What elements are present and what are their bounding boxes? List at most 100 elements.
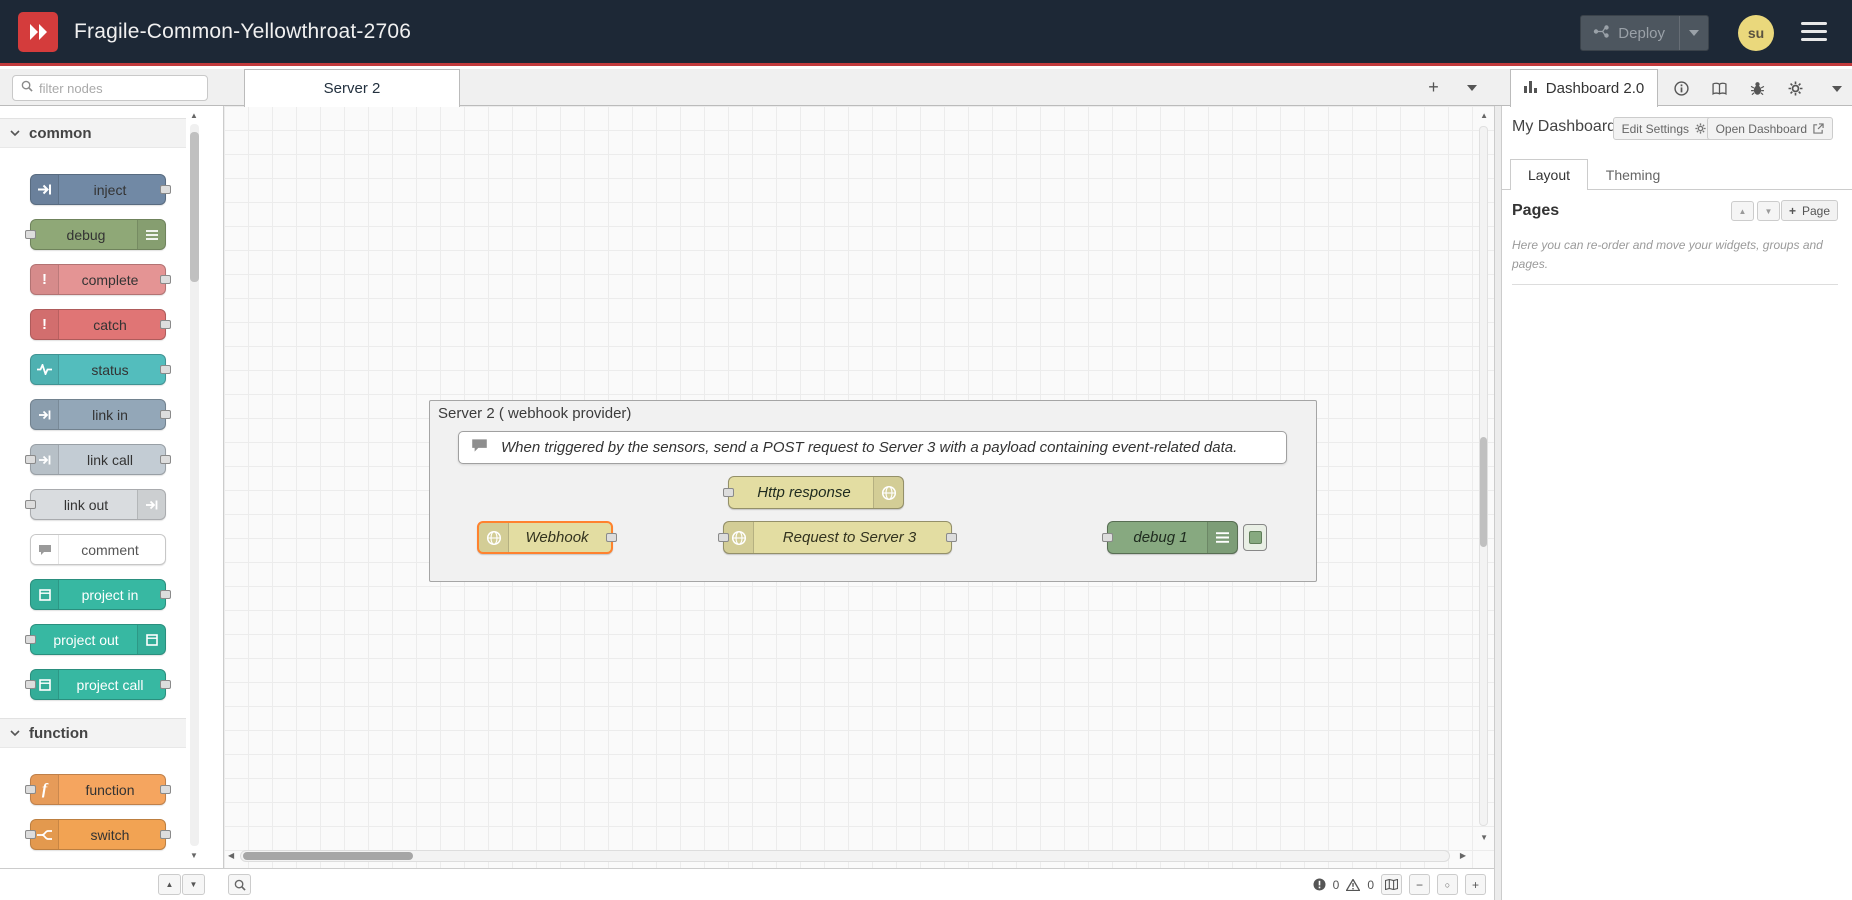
workspace-tab-server2[interactable]: Server 2 bbox=[244, 69, 460, 107]
input-port[interactable] bbox=[25, 500, 36, 509]
input-port[interactable] bbox=[718, 533, 729, 542]
zoom-reset-button[interactable]: ○ bbox=[1437, 874, 1458, 895]
flow-list-caret[interactable] bbox=[1458, 74, 1485, 101]
navigator-button[interactable] bbox=[1381, 874, 1402, 895]
scroll-right-icon[interactable]: ▶ bbox=[1460, 852, 1466, 860]
output-port[interactable] bbox=[160, 455, 171, 464]
tab-theming[interactable]: Theming bbox=[1588, 159, 1678, 190]
palette-node-comment[interactable]: comment bbox=[30, 534, 166, 565]
sidebar-tab-info[interactable] bbox=[1666, 75, 1696, 102]
sidebar-tab-debug[interactable] bbox=[1742, 75, 1772, 102]
scroll-up-icon: ▲ bbox=[166, 880, 174, 889]
palette-node-project-out[interactable]: project out bbox=[30, 624, 166, 655]
debug-node[interactable]: debug 1 bbox=[1107, 521, 1238, 554]
output-port[interactable] bbox=[160, 785, 171, 794]
add-page-label: Page bbox=[1802, 204, 1830, 218]
http-response-node[interactable]: Http response bbox=[728, 476, 904, 509]
output-port[interactable] bbox=[160, 410, 171, 419]
zoom-out-button[interactable]: − bbox=[1409, 874, 1430, 895]
scroll-up-icon: ▲ bbox=[1739, 207, 1747, 216]
palette-node-label: function bbox=[61, 775, 159, 804]
collapse-categories-button[interactable]: ▲ bbox=[158, 874, 181, 895]
output-port[interactable] bbox=[160, 320, 171, 329]
output-port[interactable] bbox=[160, 365, 171, 374]
input-port[interactable] bbox=[1102, 533, 1113, 542]
palette-node-complete[interactable]: ! complete bbox=[30, 264, 166, 295]
chevron-down-icon bbox=[10, 129, 20, 137]
palette-node-link-call[interactable]: link call bbox=[30, 444, 166, 475]
comment-node[interactable]: When triggered by the sensors, send a PO… bbox=[458, 431, 1287, 464]
sidebar-splitter[interactable] bbox=[1494, 106, 1502, 900]
move-page-up-button[interactable]: ▲ bbox=[1731, 201, 1754, 221]
http-request-node[interactable]: Request to Server 3 bbox=[723, 521, 952, 554]
v-scrollbar[interactable] bbox=[1479, 126, 1488, 826]
tab-layout[interactable]: Layout bbox=[1510, 159, 1588, 190]
zoom-reset-icon: ○ bbox=[1445, 880, 1450, 890]
search-flows-button[interactable] bbox=[228, 874, 251, 895]
edit-settings-button[interactable]: Edit Settings bbox=[1613, 117, 1715, 140]
globe-icon bbox=[873, 477, 903, 508]
input-port[interactable] bbox=[25, 230, 36, 239]
output-port[interactable] bbox=[160, 590, 171, 599]
sidebar-tab-help[interactable] bbox=[1704, 75, 1734, 102]
palette-node-project-in[interactable]: project in bbox=[30, 579, 166, 610]
input-port[interactable] bbox=[25, 785, 36, 794]
output-port[interactable] bbox=[946, 533, 957, 542]
output-port[interactable] bbox=[606, 533, 617, 542]
output-port[interactable] bbox=[160, 275, 171, 284]
webhook-node[interactable]: Webhook bbox=[477, 521, 613, 554]
sidebar-tabs-caret[interactable] bbox=[1822, 75, 1852, 102]
sidebar-tab-config[interactable] bbox=[1780, 75, 1810, 102]
scroll-left-icon[interactable]: ◀ bbox=[228, 852, 234, 860]
input-port[interactable] bbox=[25, 680, 36, 689]
add-flow-button[interactable]: + bbox=[1420, 74, 1447, 101]
deploy-options-caret[interactable] bbox=[1680, 16, 1708, 50]
deploy-main[interactable]: Deploy bbox=[1581, 16, 1679, 50]
scroll-down-icon[interactable]: ▼ bbox=[1480, 834, 1488, 842]
input-port[interactable] bbox=[25, 455, 36, 464]
add-page-button[interactable]: + Page bbox=[1781, 200, 1838, 221]
output-port[interactable] bbox=[160, 680, 171, 689]
bug-icon bbox=[1750, 81, 1765, 96]
input-port[interactable] bbox=[723, 488, 734, 497]
deploy-button[interactable]: Deploy bbox=[1580, 15, 1709, 51]
move-page-down-button[interactable]: ▼ bbox=[1757, 201, 1780, 221]
palette-node-function[interactable]: f function bbox=[30, 774, 166, 805]
palette-node-status[interactable]: status bbox=[30, 354, 166, 385]
debug-toggle-button[interactable] bbox=[1243, 524, 1267, 551]
palette-scrollbar-thumb[interactable] bbox=[190, 132, 199, 282]
palette-node-project-call[interactable]: project call bbox=[30, 669, 166, 700]
palette-category-common[interactable]: common bbox=[0, 118, 186, 148]
pages-heading: Pages bbox=[1512, 202, 1559, 220]
node-red-app: Fragile-Common-Yellowthroat-2706 Deploy … bbox=[0, 0, 1852, 900]
palette-node-catch[interactable]: ! catch bbox=[30, 309, 166, 340]
v-scrollbar-thumb[interactable] bbox=[1480, 437, 1487, 547]
expand-categories-button[interactable]: ▼ bbox=[182, 874, 205, 895]
scroll-up-icon[interactable]: ▲ bbox=[190, 112, 198, 120]
scroll-up-icon[interactable]: ▲ bbox=[1480, 112, 1488, 120]
h-scrollbar[interactable] bbox=[240, 850, 1450, 862]
output-port[interactable] bbox=[160, 185, 171, 194]
open-dashboard-button[interactable]: Open Dashboard bbox=[1707, 117, 1833, 140]
input-port[interactable] bbox=[25, 830, 36, 839]
palette-node-debug[interactable]: debug bbox=[30, 219, 166, 250]
scroll-down-icon[interactable]: ▼ bbox=[190, 852, 198, 860]
flow-canvas[interactable]: Server 2 ( webhook provider) When trigge… bbox=[224, 106, 1494, 868]
input-port[interactable] bbox=[25, 635, 36, 644]
link-arrow-icon bbox=[31, 400, 59, 429]
main-menu-button[interactable] bbox=[1801, 22, 1827, 41]
palette-filter-input[interactable] bbox=[39, 81, 199, 96]
palette-node-link-in[interactable]: link in bbox=[30, 399, 166, 430]
sidebar-tab-dashboard[interactable]: Dashboard 2.0 bbox=[1510, 69, 1658, 107]
palette-category-function[interactable]: function bbox=[0, 718, 186, 748]
user-avatar[interactable]: su bbox=[1738, 15, 1774, 51]
h-scrollbar-thumb[interactable] bbox=[243, 852, 413, 860]
palette-node-switch[interactable]: switch bbox=[30, 819, 166, 850]
palette-node-link-out[interactable]: link out bbox=[30, 489, 166, 520]
palette-node-inject[interactable]: inject bbox=[30, 174, 166, 205]
palette-filter[interactable] bbox=[12, 75, 208, 101]
map-icon bbox=[1385, 879, 1398, 890]
chevron-down-icon bbox=[10, 729, 20, 737]
zoom-in-button[interactable]: + bbox=[1465, 874, 1486, 895]
output-port[interactable] bbox=[160, 830, 171, 839]
